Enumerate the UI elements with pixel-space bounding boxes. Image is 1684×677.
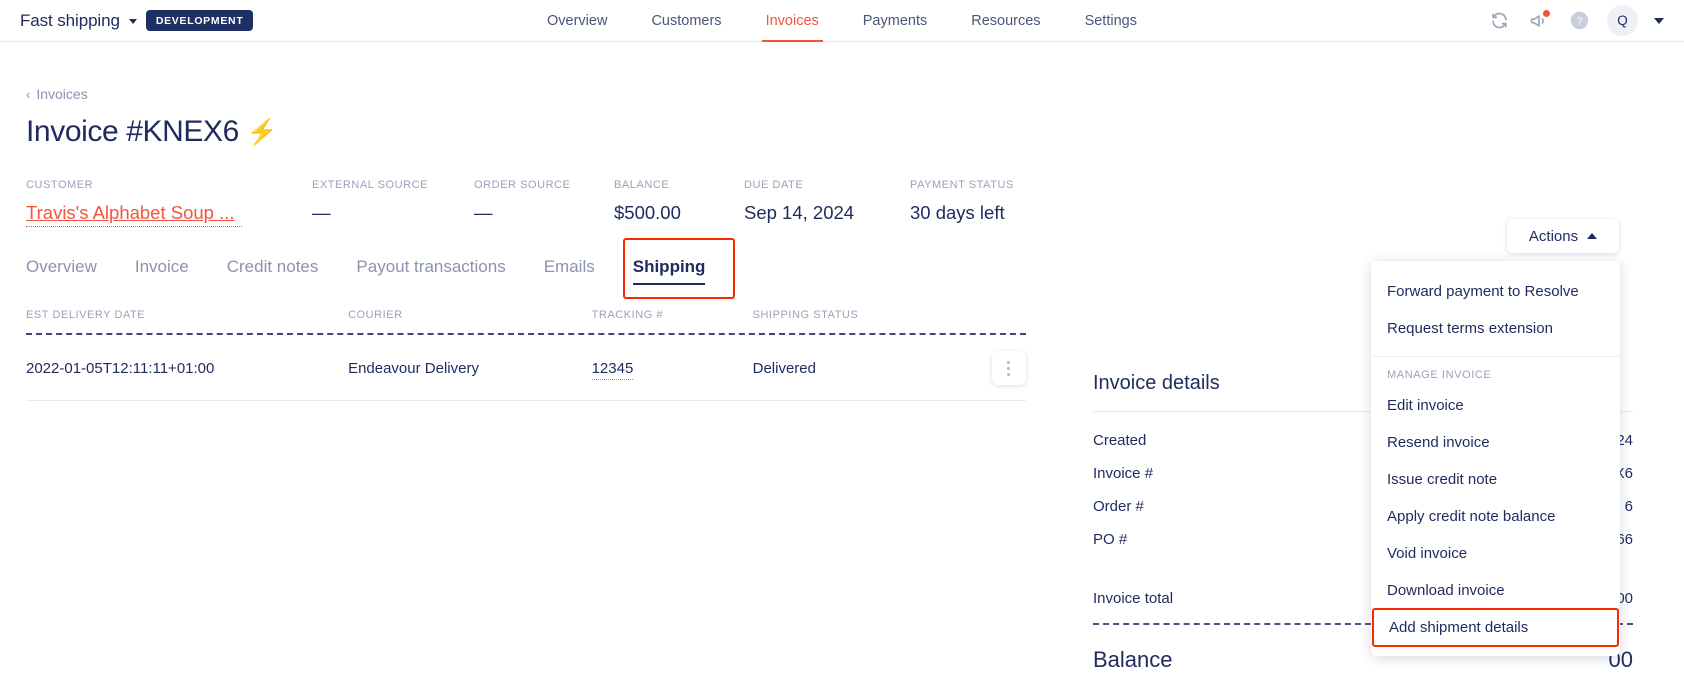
top-navigation-bar: Fast shipping DEVELOPMENT Overview Custo…	[0, 0, 1684, 42]
invoice-total-label: Invoice total	[1093, 590, 1174, 607]
tab-shipping[interactable]: Shipping	[614, 251, 725, 289]
summary-value-balance: $500.00	[614, 202, 681, 223]
summary-value-payment-status: 30 days left	[910, 202, 1005, 223]
tab-invoice[interactable]: Invoice	[116, 251, 208, 289]
help-circle-icon[interactable]: ?	[1567, 9, 1591, 33]
cell-row-actions	[971, 351, 1026, 385]
nav-item-settings[interactable]: Settings	[1063, 0, 1159, 42]
chevron-up-icon	[1587, 233, 1598, 239]
actions-dropdown-menu: Forward payment to Resolve Request terms…	[1371, 261, 1620, 656]
menu-item-request-terms-extension[interactable]: Request terms extension	[1371, 310, 1620, 347]
summary-field-external-source: EXTERNAL SOURCE —	[312, 179, 474, 227]
svg-text:?: ?	[1576, 15, 1582, 27]
summary-field-order-source: ORDER SOURCE —	[474, 179, 614, 227]
summary-label-external-source: EXTERNAL SOURCE	[312, 179, 429, 191]
menu-item-add-shipment-details[interactable]: Add shipment details	[1372, 608, 1619, 647]
breadcrumb: ‹ Invoices	[26, 86, 1658, 102]
summary-value-order-source: —	[474, 202, 493, 223]
summary-label-payment-status: PAYMENT STATUS	[910, 179, 1014, 191]
summary-label-customer: CUSTOMER	[26, 179, 94, 191]
balance-label: Balance	[1093, 647, 1173, 672]
environment-badge: DEVELOPMENT	[145, 10, 254, 31]
breadcrumb-link-invoices[interactable]: Invoices	[36, 86, 87, 102]
summary-field-customer: CUSTOMER Travis's Alphabet Soup ...	[26, 179, 312, 227]
summary-label-balance: BALANCE	[614, 179, 670, 191]
menu-separator	[1371, 356, 1620, 357]
summary-field-due-date: DUE DATE Sep 14, 2024	[744, 179, 910, 227]
summary-value-external-source: —	[312, 202, 331, 223]
actions-button[interactable]: Actions	[1507, 219, 1619, 253]
column-header-shipping-status: SHIPPING STATUS	[752, 309, 859, 321]
invoice-summary-strip: CUSTOMER Travis's Alphabet Soup ... EXTE…	[26, 179, 1658, 227]
brand-switcher[interactable]: Fast shipping	[20, 11, 137, 31]
menu-group-label-manage-invoice: MANAGE INVOICE	[1387, 369, 1492, 381]
tab-emails[interactable]: Emails	[525, 251, 614, 289]
summary-label-order-source: ORDER SOURCE	[474, 179, 571, 191]
cell-courier: Endeavour Delivery	[348, 359, 479, 377]
menu-item-resend-invoice[interactable]: Resend invoice	[1371, 424, 1620, 461]
table-row-divider	[26, 400, 1026, 401]
menu-item-edit-invoice[interactable]: Edit invoice	[1371, 387, 1620, 424]
menu-item-forward-payment-to-resolve[interactable]: Forward payment to Resolve	[1371, 273, 1620, 310]
brand-name: Fast shipping	[20, 10, 120, 30]
detail-label-created: Created	[1093, 432, 1147, 449]
tab-credit-notes[interactable]: Credit notes	[208, 251, 338, 289]
nav-item-invoices[interactable]: Invoices	[744, 0, 841, 42]
account-chevron-down-icon[interactable]	[1654, 17, 1664, 24]
summary-field-payment-status: PAYMENT STATUS 30 days left	[910, 179, 1070, 227]
summary-field-balance: BALANCE $500.00	[614, 179, 744, 227]
menu-item-apply-credit-note-balance[interactable]: Apply credit note balance	[1371, 498, 1620, 535]
column-header-est-delivery-date: EST DELIVERY DATE	[26, 309, 146, 321]
detail-value-order-number: 6	[1624, 498, 1633, 515]
due-date-row: Due date Sep 14, 2024	[1093, 673, 1633, 677]
kebab-menu-icon[interactable]	[991, 351, 1026, 385]
summary-label-due-date: DUE DATE	[744, 179, 804, 191]
top-right-actions: ? Q	[1487, 5, 1664, 36]
menu-item-download-invoice[interactable]: Download invoice	[1371, 572, 1620, 609]
cell-tracking-number: 12345	[591, 359, 753, 380]
notification-dot	[1543, 9, 1550, 17]
nav-item-overview[interactable]: Overview	[525, 0, 629, 42]
nav-item-resources[interactable]: Resources	[949, 0, 1062, 42]
summary-value-customer[interactable]: Travis's Alphabet Soup ...	[26, 202, 242, 227]
summary-value-due-date: Sep 14, 2024	[744, 202, 855, 223]
actions-button-label: Actions	[1528, 227, 1579, 245]
column-header-tracking: TRACKING #	[591, 309, 664, 321]
page-title-text: Invoice #KNEX6	[26, 115, 239, 148]
column-header-actions	[971, 309, 1026, 321]
page-body: ‹ Invoices Invoice #KNEX6 ⚡ CUSTOMER Tra…	[0, 86, 1684, 672]
tab-payout-transactions[interactable]: Payout transactions	[337, 251, 524, 289]
cell-shipping-status: Delivered	[752, 359, 816, 377]
tracking-number-link[interactable]: 12345	[591, 359, 634, 380]
detail-label-order-number: Order #	[1093, 498, 1144, 515]
chevron-down-icon	[128, 19, 137, 24]
breadcrumb-back-icon[interactable]: ‹	[26, 88, 30, 101]
column-header-courier: COURIER	[348, 309, 403, 321]
lightning-bolt-icon: ⚡	[246, 117, 278, 146]
table-row[interactable]: 2022-01-05T12:11:11+01:00 Endeavour Deli…	[26, 335, 1026, 400]
table-header-divider	[26, 333, 1026, 335]
shipping-table-header-row: EST DELIVERY DATE COURIER TRACKING # SHI…	[26, 309, 1026, 333]
detail-label-invoice-number: Invoice #	[1093, 465, 1154, 482]
detail-label-po-number: PO #	[1093, 531, 1128, 548]
shipping-table: EST DELIVERY DATE COURIER TRACKING # SHI…	[26, 309, 1026, 401]
avatar[interactable]: Q	[1607, 5, 1638, 36]
tab-overview[interactable]: Overview	[26, 251, 116, 289]
nav-item-customers[interactable]: Customers	[629, 0, 743, 42]
megaphone-icon[interactable]	[1527, 9, 1551, 33]
nav-item-payments[interactable]: Payments	[841, 0, 949, 42]
page-title: Invoice #KNEX6 ⚡	[26, 115, 1658, 149]
cell-est-delivery-date: 2022-01-05T12:11:11+01:00	[26, 359, 215, 377]
menu-item-void-invoice[interactable]: Void invoice	[1371, 535, 1620, 572]
sync-icon[interactable]	[1487, 9, 1511, 33]
menu-item-issue-credit-note[interactable]: Issue credit note	[1371, 461, 1620, 498]
